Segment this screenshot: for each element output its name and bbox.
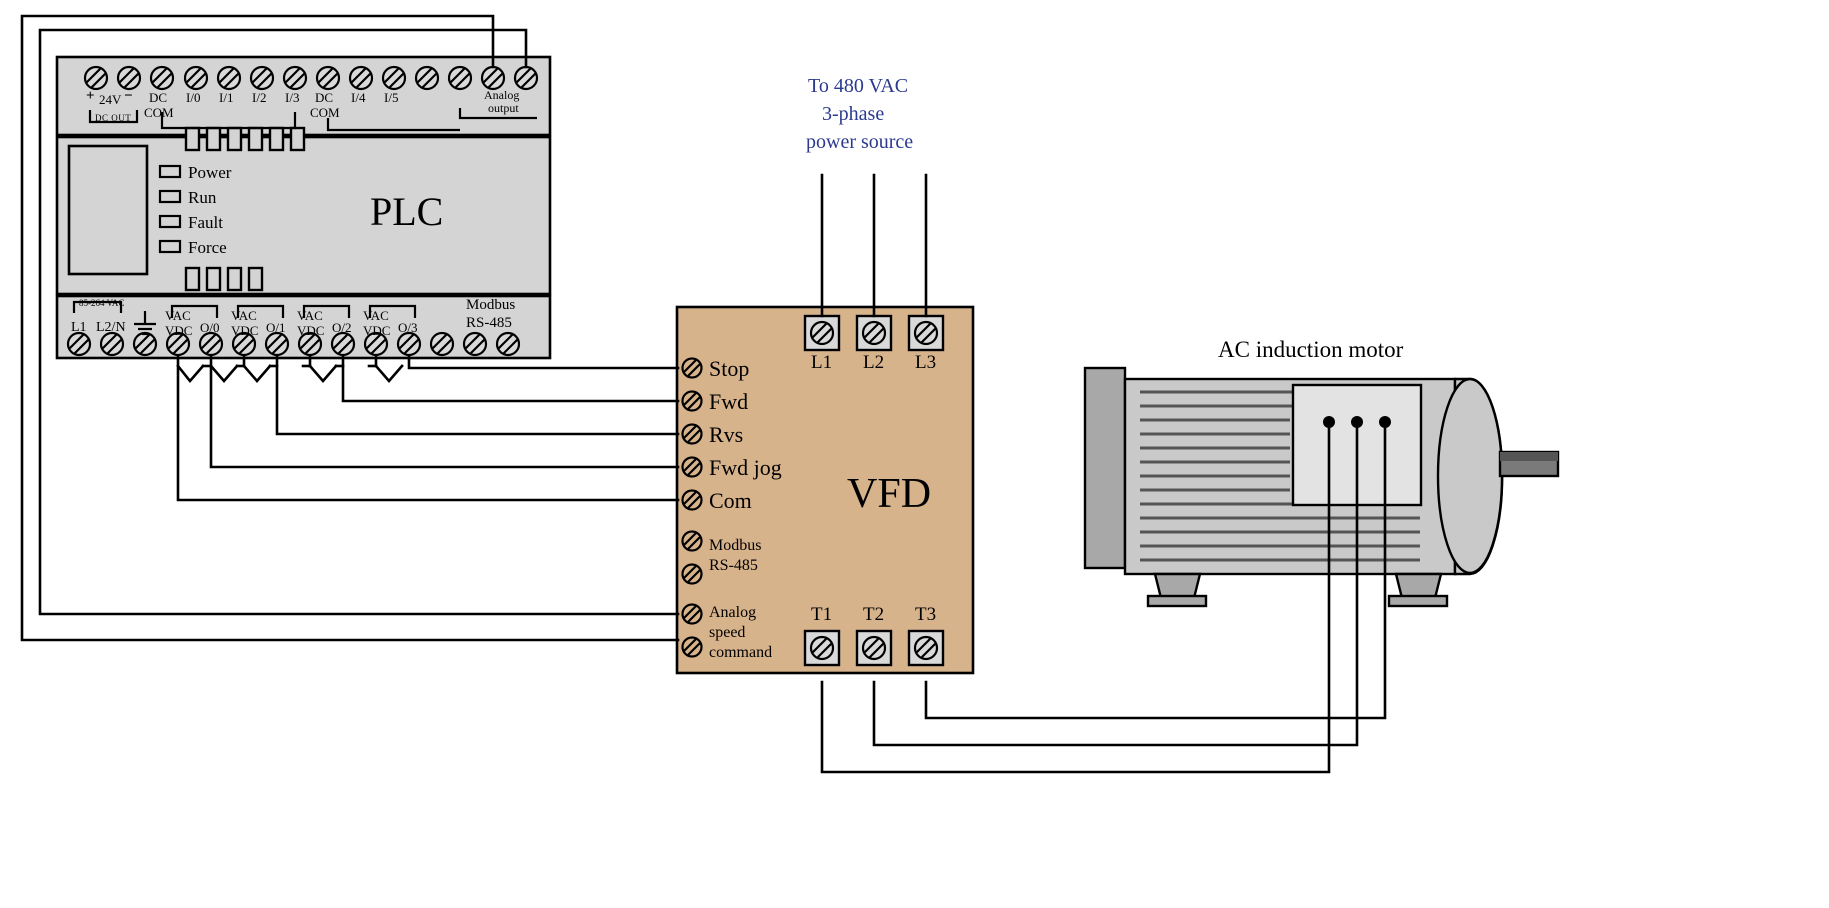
vfd-term-stop-label: Stop xyxy=(709,356,750,381)
plc-term-i0-label: I/0 xyxy=(186,90,201,105)
vfd-term-t3-label: T3 xyxy=(915,604,937,625)
vfd-title: VFD xyxy=(847,471,932,517)
plc-term-i3-label: I/3 xyxy=(285,90,300,105)
plc-term-o2-label: O/2 xyxy=(332,320,352,335)
plc-term-o3-label: O/3 xyxy=(398,320,418,335)
vfd-modbus-label-1: Modbus xyxy=(709,537,762,554)
plc-term-dccom1-sub: COM xyxy=(144,105,174,120)
power-source-label-2: 3-phase xyxy=(822,103,885,125)
vfd-term-com-label: Com xyxy=(709,488,752,513)
vfd-term-fwdjog-label: Fwd jog xyxy=(709,455,782,480)
plc-term-plus24-sign: + xyxy=(86,88,95,104)
plc-modbus-label-2: RS-485 xyxy=(466,315,512,331)
plc-term-vac1-label: VAC xyxy=(231,308,257,323)
plc-term-minus24-sign: − xyxy=(124,88,133,104)
plc-term-l1-label: L1 xyxy=(71,320,87,335)
vfd-term-l2-label: L2 xyxy=(863,352,885,373)
plc-term-i4-label: I/4 xyxy=(351,90,366,105)
plc-term-o1-label: O/1 xyxy=(266,320,286,335)
plc-term-vdc0-label: VDC xyxy=(165,323,193,338)
plc-led-label-run: Run xyxy=(188,188,217,207)
vfd-control-terminals[interactable] xyxy=(681,357,703,658)
vfd-term-t1-label: T1 xyxy=(811,604,833,625)
vfd-analog-label-3: command xyxy=(709,644,773,661)
diagram-canvas: + 24V − DC COM I/0 I/1 I/2 I/3 DC COM I/… xyxy=(0,0,1829,908)
power-source-label-1: To 480 VAC xyxy=(808,75,909,97)
plc-term-i1-label: I/1 xyxy=(219,90,234,105)
plc-term-dccom2-sub: COM xyxy=(310,105,340,120)
vfd-analog-label-2: speed xyxy=(709,624,746,641)
power-source-label-3: power source xyxy=(806,131,914,153)
motor-title: AC induction motor xyxy=(1218,337,1404,362)
plc-term-i5-label: I/5 xyxy=(384,90,399,105)
plc-modbus-label-1: Modbus xyxy=(466,297,516,313)
plc-title: PLC xyxy=(370,189,444,234)
plc-term-24v-label: 24V xyxy=(99,92,122,107)
plc-term-vac3-label: VAC xyxy=(363,308,389,323)
vfd-motor-terminals[interactable] xyxy=(803,629,945,667)
plc-term-vdc2-label: VDC xyxy=(297,323,325,338)
vfd-modbus-label-2: RS-485 xyxy=(709,557,758,574)
plc-term-i2-label: I/2 xyxy=(252,90,267,105)
vfd-term-l3-label: L3 xyxy=(915,352,937,373)
plc-analog-output-label-2: output xyxy=(488,101,519,115)
plc-term-o0-label: O/0 xyxy=(200,320,220,335)
plc-term-vdc3-label: VDC xyxy=(363,323,391,338)
vfd-term-rvs-label: Rvs xyxy=(709,422,744,447)
plc-term-dccom2-label: DC xyxy=(315,90,334,105)
plc-term-vac0-label: VAC xyxy=(165,308,191,323)
plc-term-vac2-label: VAC xyxy=(297,308,323,323)
plc-led-label-force: Force xyxy=(188,238,227,257)
plc-term-vdc1-label: VDC xyxy=(231,323,259,338)
plc-led-label-fault: Fault xyxy=(188,213,223,232)
vfd-term-t2-label: T2 xyxy=(863,604,885,625)
plc-led-label-power: Power xyxy=(188,163,232,182)
vfd-term-l1-label: L1 xyxy=(811,352,833,373)
plc-dc-out-label: DC OUT xyxy=(95,113,132,123)
diagram-svg xyxy=(20,14,1560,774)
plc-supply-range-label: 85-264 VAC xyxy=(79,298,125,308)
plc-term-l2n-label: L2/N xyxy=(96,320,126,335)
vfd-line-terminals[interactable] xyxy=(803,314,945,352)
vfd-term-fwd-label: Fwd xyxy=(709,389,749,414)
vfd-analog-label-1: Analog xyxy=(709,604,757,621)
motor-body xyxy=(1083,366,1560,608)
plc-term-dccom1-label: DC xyxy=(149,90,168,105)
